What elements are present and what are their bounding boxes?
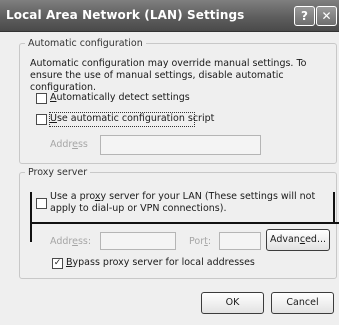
use-script-label[interactable]: Use automatic configuration script	[50, 113, 214, 124]
bypass-local-checkbox[interactable]: ✓	[52, 258, 63, 269]
title-bar[interactable]: Local Area Network (LAN) Settings ? ✕	[0, 0, 339, 32]
proxy-frame-right	[333, 192, 335, 224]
auto-detect-checkbox[interactable]	[36, 93, 47, 104]
close-icon: ✕	[321, 9, 332, 23]
automatic-configuration-description: Automatic configuration may override man…	[30, 58, 307, 93]
close-button[interactable]: ✕	[316, 6, 337, 26]
proxy-server-legend: Proxy server	[28, 167, 88, 178]
proxy-frame-left	[30, 192, 32, 242]
question-mark-icon: ?	[301, 9, 308, 23]
proxy-frame-bottom	[30, 222, 339, 224]
auto-detect-label[interactable]: Automatically detect settings	[50, 92, 190, 103]
cancel-button[interactable]: Cancel	[271, 292, 334, 314]
use-proxy-checkbox[interactable]	[36, 198, 47, 209]
script-address-input[interactable]	[100, 135, 261, 155]
dialog-body: Automatic configuration Automatic config…	[0, 32, 339, 325]
advanced-button[interactable]: Advanced...	[266, 229, 330, 251]
help-button[interactable]: ?	[294, 6, 315, 26]
script-address-label: Address	[50, 139, 88, 150]
automatic-configuration-legend: Automatic configuration	[28, 38, 143, 49]
proxy-address-label: Address:	[50, 236, 92, 247]
use-script-checkbox[interactable]	[36, 114, 47, 125]
proxy-port-label: Port:	[189, 236, 212, 247]
bypass-local-label[interactable]: Bypass proxy server for local addresses	[66, 257, 255, 268]
ok-button[interactable]: OK	[201, 292, 264, 314]
proxy-address-input[interactable]	[100, 232, 176, 250]
use-proxy-label[interactable]: Use a proxy server for your LAN (These s…	[50, 191, 330, 215]
proxy-port-input[interactable]	[219, 232, 261, 250]
window-title: Local Area Network (LAN) Settings	[6, 8, 245, 22]
